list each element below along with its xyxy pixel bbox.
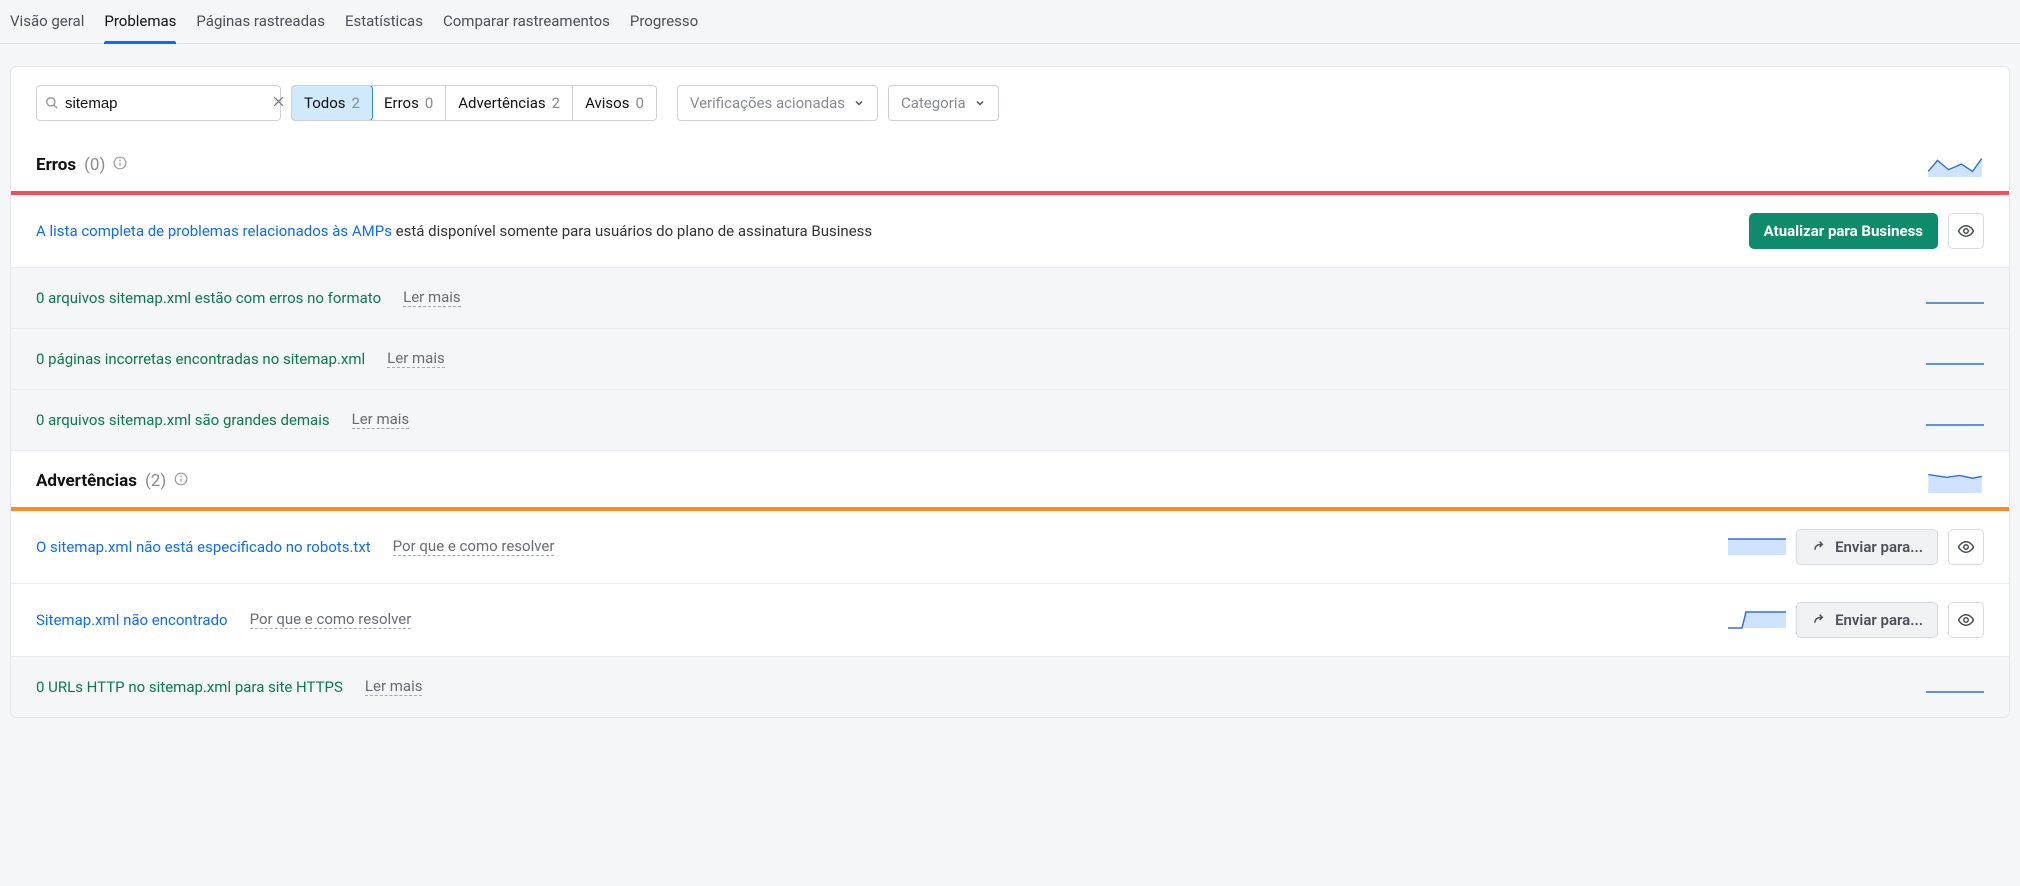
section-header-warnings: Advertências (2) — [11, 451, 2009, 507]
filter-errors[interactable]: Erros 0 — [372, 86, 446, 120]
issue-title: 0 arquivos sitemap.xml são grandes demai… — [36, 411, 330, 429]
send-to-label: Enviar para... — [1835, 611, 1923, 629]
sparkline — [1926, 675, 1984, 699]
section-count-errors: (0) — [84, 155, 105, 175]
read-more-link[interactable]: Ler mais — [352, 411, 410, 429]
select-triggered-checks[interactable]: Verificações acionadas — [677, 85, 878, 121]
select-category[interactable]: Categoria — [888, 85, 999, 121]
sparkline — [1926, 408, 1984, 432]
filter-all-count: 2 — [352, 94, 360, 112]
filter-warnings-count: 2 — [552, 94, 560, 112]
share-arrow-icon — [1811, 539, 1827, 555]
issue-title-link[interactable]: Sitemap.xml não encontrado — [36, 611, 228, 629]
eye-icon — [1957, 222, 1975, 240]
tab-progress[interactable]: Progresso — [630, 0, 698, 43]
read-more-link[interactable]: Ler mais — [403, 289, 461, 307]
amp-issues-rest: está disponível somente para usuários do… — [392, 222, 872, 240]
filter-toolbar: Todos 2 Erros 0 Advertências 2 Avisos 0 … — [11, 67, 2009, 135]
eye-icon — [1957, 611, 1975, 629]
tab-compare-crawls[interactable]: Comparar rastreamentos — [443, 0, 610, 43]
filter-warnings-label: Advertências — [458, 94, 545, 112]
why-how-link[interactable]: Por que e como resolver — [393, 538, 555, 556]
clear-search-icon[interactable] — [270, 94, 287, 112]
issues-panel: Todos 2 Erros 0 Advertências 2 Avisos 0 … — [10, 66, 2010, 718]
sparkline — [1728, 535, 1786, 559]
filter-errors-label: Erros — [384, 94, 419, 112]
row-error-sitemap-too-large: 0 arquivos sitemap.xml são grandes demai… — [11, 390, 2009, 451]
send-to-button[interactable]: Enviar para... — [1796, 529, 1938, 565]
filter-all-label: Todos — [304, 94, 346, 112]
row-amp-upsell: A lista completa de problemas relacionad… — [11, 195, 2009, 268]
select-triggered-label: Verificações acionadas — [690, 94, 845, 112]
section-header-errors: Erros (0) — [11, 135, 2009, 191]
sparkline — [1926, 347, 1984, 371]
chevron-down-icon — [853, 97, 865, 109]
search-input[interactable] — [59, 86, 270, 120]
section-warnings-sparkline — [1926, 469, 1984, 493]
send-to-label: Enviar para... — [1835, 538, 1923, 556]
row-warning-sitemap-not-in-robots: O sitemap.xml não está especificado no r… — [11, 511, 2009, 584]
row-warning-sitemap-not-found: Sitemap.xml não encontrado Por que e com… — [11, 584, 2009, 657]
info-icon[interactable] — [113, 156, 127, 174]
search-field-wrap[interactable] — [36, 85, 281, 121]
amp-issues-link[interactable]: A lista completa de problemas relacionad… — [36, 222, 392, 240]
filter-notices[interactable]: Avisos 0 — [573, 86, 656, 120]
eye-icon — [1957, 538, 1975, 556]
read-more-link[interactable]: Ler mais — [387, 350, 445, 368]
why-how-link[interactable]: Por que e como resolver — [250, 611, 412, 629]
chevron-down-icon — [974, 97, 986, 109]
severity-filter: Todos 2 Erros 0 Advertências 2 Avisos 0 — [291, 85, 657, 121]
sparkline — [1728, 608, 1786, 632]
filter-all[interactable]: Todos 2 — [291, 85, 373, 121]
main-tabs: Visão geral Problemas Páginas rastreadas… — [0, 0, 2020, 44]
info-icon[interactable] — [174, 472, 188, 490]
sparkline — [1926, 286, 1984, 310]
section-errors-sparkline — [1926, 153, 1984, 177]
issue-title: 0 URLs HTTP no sitemap.xml para site HTT… — [36, 678, 343, 696]
hide-issue-button[interactable] — [1948, 213, 1984, 249]
section-title-warnings: Advertências — [36, 471, 137, 491]
tab-problems[interactable]: Problemas — [104, 0, 176, 43]
tab-statistics[interactable]: Estatísticas — [345, 0, 423, 43]
issue-title: 0 páginas incorretas encontradas no site… — [36, 350, 365, 368]
section-title-errors: Erros — [36, 155, 76, 175]
issue-title: 0 arquivos sitemap.xml estão com erros n… — [36, 289, 381, 307]
upgrade-business-button[interactable]: Atualizar para Business — [1749, 213, 1938, 249]
hide-issue-button[interactable] — [1948, 529, 1984, 565]
issue-title-link[interactable]: O sitemap.xml não está especificado no r… — [36, 538, 371, 556]
select-category-label: Categoria — [901, 94, 966, 112]
tab-crawled-pages[interactable]: Páginas rastreadas — [196, 0, 325, 43]
row-error-incorrect-pages: 0 páginas incorretas encontradas no site… — [11, 329, 2009, 390]
row-warning-http-urls-in-https-sitemap: 0 URLs HTTP no sitemap.xml para site HTT… — [11, 657, 2009, 717]
tab-overview[interactable]: Visão geral — [10, 0, 84, 43]
filter-warnings[interactable]: Advertências 2 — [446, 86, 573, 120]
filter-notices-label: Avisos — [585, 94, 629, 112]
share-arrow-icon — [1811, 612, 1827, 628]
section-count-warnings: (2) — [145, 471, 166, 491]
row-error-sitemap-format: 0 arquivos sitemap.xml estão com erros n… — [11, 268, 2009, 329]
filter-notices-count: 0 — [635, 94, 643, 112]
filter-errors-count: 0 — [425, 94, 433, 112]
search-icon — [45, 96, 59, 110]
read-more-link[interactable]: Ler mais — [365, 678, 423, 696]
send-to-button[interactable]: Enviar para... — [1796, 602, 1938, 638]
hide-issue-button[interactable] — [1948, 602, 1984, 638]
